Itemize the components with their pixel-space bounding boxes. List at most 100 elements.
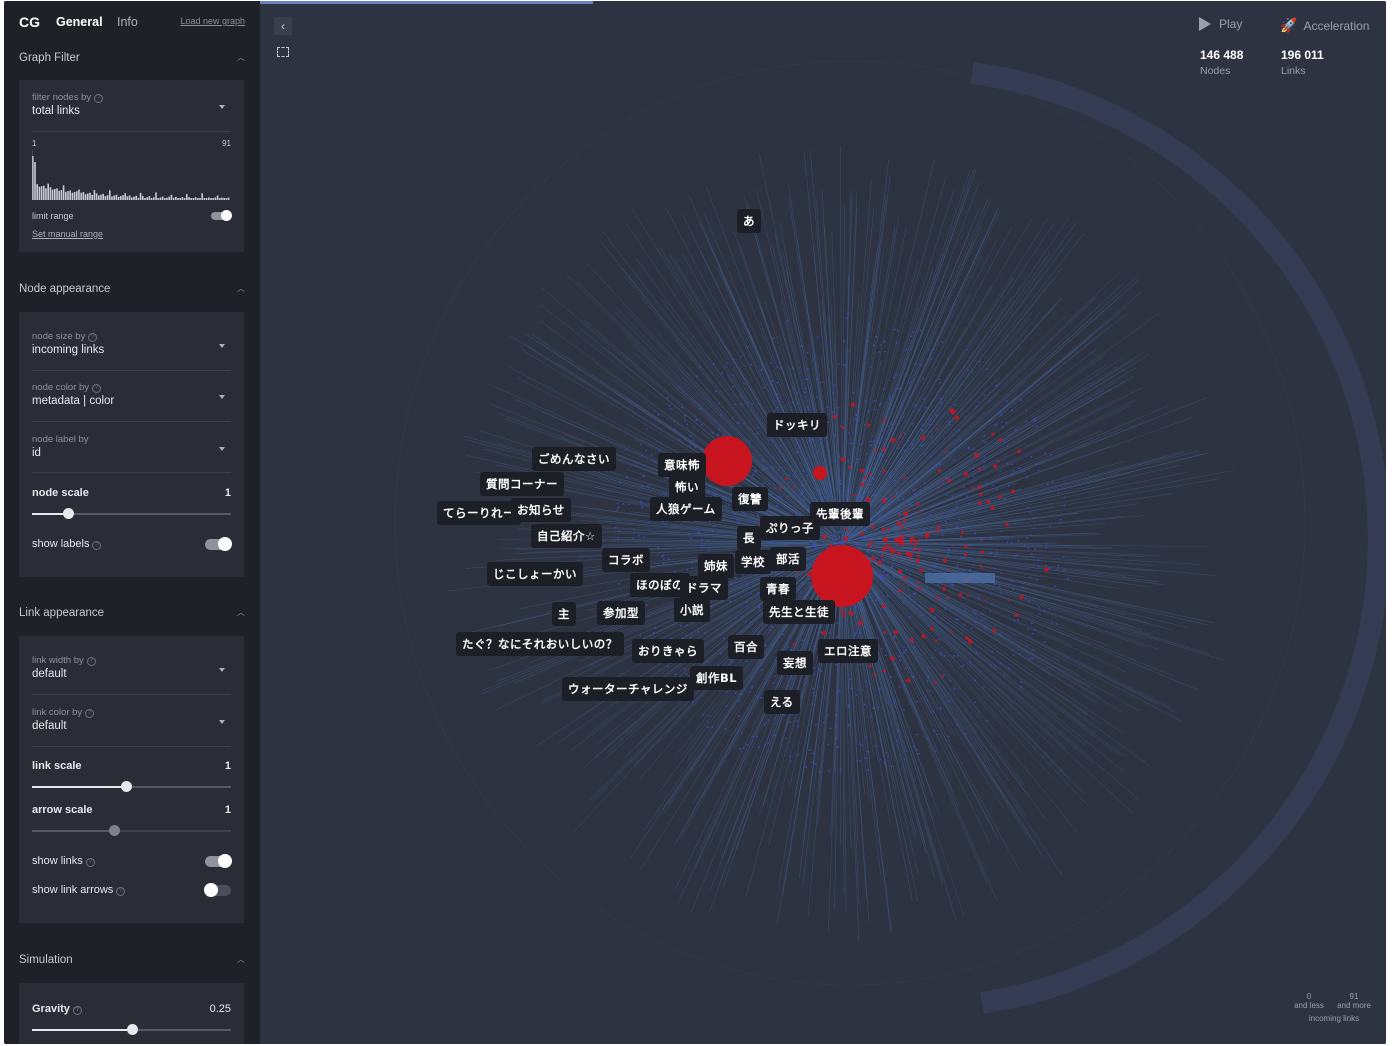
node-label[interactable]: 妄想 [777, 651, 813, 675]
node-label[interactable]: お知らせ [511, 498, 571, 522]
node-label[interactable]: ごめんなさい [532, 447, 616, 471]
tab-general[interactable]: General [56, 15, 103, 29]
node-appearance-card: node size by? incoming links node color … [19, 312, 244, 577]
show-links-label: show links [32, 855, 83, 867]
chevron-down-icon [219, 447, 225, 451]
node-label[interactable]: ドッキリ [767, 413, 827, 437]
node-label[interactable]: 意味怖 [658, 453, 706, 477]
graph-canvas[interactable]: ‹ Play 🚀 Acceleration 146 488 Nodes 196 0… [260, 1, 1386, 1044]
field-label: filter nodes by [32, 92, 92, 103]
section-header-node-appearance[interactable]: Node appearance ︿ [19, 283, 245, 295]
show-link-arrows-label: show link arrows [32, 884, 114, 896]
node-label[interactable]: 自己紹介☆ [531, 524, 602, 548]
chevron-down-icon [219, 344, 225, 348]
section-title: Simulation [19, 954, 73, 966]
node-label[interactable]: 復讐 [732, 487, 768, 511]
node-color-select[interactable]: node color by? metadata | color [32, 382, 231, 407]
app-window: CG General Info Load new graph Graph Fil… [4, 1, 1386, 1044]
section-header-simulation[interactable]: Simulation ︿ [19, 954, 245, 966]
limit-range-toggle[interactable] [211, 210, 232, 221]
select-area-button[interactable] [274, 43, 292, 61]
link-width-select[interactable]: link width by? default [32, 655, 231, 680]
gravity-slider[interactable] [32, 1024, 231, 1035]
node-label[interactable]: コラボ [602, 548, 650, 572]
help-icon: ? [85, 709, 95, 718]
legend-title: incoming links [1308, 1014, 1360, 1023]
slider-handle[interactable] [62, 508, 74, 519]
show-links-toggle[interactable] [205, 854, 232, 868]
node-label[interactable]: 怖い [669, 475, 705, 499]
legend-max-value: 91 [1349, 992, 1359, 1001]
node-label[interactable]: 部活 [770, 547, 806, 571]
acceleration-button[interactable]: 🚀 Acceleration [1280, 17, 1369, 34]
node-label[interactable]: 青春 [760, 577, 796, 601]
field-value: default [32, 668, 67, 680]
incoming-links-legend: 0 and less 91 and more incoming links [1294, 992, 1374, 1032]
gravity-value: 0.25 [209, 1003, 231, 1015]
link-color-select[interactable]: link color by? default [32, 707, 231, 732]
node-label[interactable]: ウォーターチャレンジ [562, 677, 694, 701]
node-label[interactable]: ぷりっ子 [760, 516, 820, 540]
divider [32, 370, 231, 371]
divider [32, 421, 231, 422]
gravity-label: Gravity [32, 1003, 70, 1015]
node-label[interactable]: 百合 [728, 635, 764, 659]
play-icon [1199, 17, 1211, 31]
node-label[interactable]: 質問コーナー [480, 472, 564, 496]
node-label[interactable]: 小説 [674, 598, 710, 622]
links-count: 196 011 [1281, 48, 1324, 62]
tab-info[interactable]: Info [117, 15, 138, 29]
help-icon: ? [116, 887, 126, 896]
help-icon: ? [72, 1006, 82, 1015]
node-label[interactable]: たぐ？なにそれおいしいの？ [456, 632, 624, 656]
nodes-label: Nodes [1200, 65, 1231, 77]
node-label[interactable]: じこしょーかい [487, 562, 583, 586]
rocket-icon: 🚀 [1280, 17, 1298, 33]
show-link-arrows-toggle[interactable] [204, 883, 231, 897]
node-label[interactable]: 創作BL [690, 666, 744, 690]
node-label[interactable]: おりきゃら [632, 639, 704, 663]
histogram-max: 91 [222, 139, 231, 148]
help-icon: ? [86, 657, 96, 666]
node-scale-slider[interactable] [32, 508, 231, 519]
node-label[interactable]: あ [737, 209, 761, 233]
arrow-scale-label: arrow scale [32, 804, 93, 816]
set-manual-range-link[interactable]: Set manual range [32, 229, 103, 239]
node-label[interactable]: 先生と生徒 [763, 600, 835, 624]
filter-nodes-select[interactable]: filter nodes by? total links [32, 92, 231, 117]
sidebar: CG General Info Load new graph Graph Fil… [4, 1, 260, 1044]
node-label[interactable]: 姉妹 [698, 554, 734, 578]
link-scale-row: link scale 1 [32, 760, 231, 772]
slider-handle[interactable] [120, 781, 132, 792]
filter-histogram[interactable] [32, 150, 231, 200]
load-new-graph-link[interactable]: Load new graph [180, 16, 245, 26]
show-labels-toggle[interactable] [205, 537, 232, 551]
chevron-up-icon: ︿ [237, 608, 245, 617]
chevron-up-icon: ︿ [237, 53, 245, 62]
node-label[interactable]: 参加型 [597, 601, 645, 625]
node-label[interactable]: エロ注意 [818, 639, 878, 663]
section-header-graph-filter[interactable]: Graph Filter ︿ [19, 52, 245, 64]
play-button[interactable]: Play [1199, 17, 1242, 31]
node-label[interactable]: ドラマ [680, 576, 728, 600]
collapse-sidebar-button[interactable]: ‹ [274, 17, 292, 35]
node-label-select[interactable]: node label by id [32, 434, 231, 459]
arrow-scale-slider[interactable] [32, 825, 231, 836]
slider-handle[interactable] [126, 1024, 138, 1035]
node-size-select[interactable]: node size by? incoming links [32, 331, 231, 356]
legend-max-caption: and more [1337, 1001, 1371, 1010]
node-label[interactable]: てらーりれー [437, 501, 521, 525]
node-label[interactable]: える [764, 690, 800, 714]
chevron-down-icon [219, 105, 225, 109]
slider-handle[interactable] [108, 825, 120, 836]
link-scale-value: 1 [224, 760, 231, 772]
legend-min-caption: and less [1294, 1001, 1324, 1010]
node-label[interactable]: 長 [737, 526, 761, 550]
link-scale-slider[interactable] [32, 781, 231, 792]
node-label[interactable]: 主 [552, 602, 576, 626]
help-icon: ? [94, 94, 104, 103]
section-header-link-appearance[interactable]: Link appearance ︿ [19, 607, 245, 619]
node-label[interactable]: 人狼ゲーム [650, 497, 722, 521]
node-label[interactable]: 学校 [735, 550, 771, 574]
links-stat: 196 011 Links [1281, 48, 1324, 77]
